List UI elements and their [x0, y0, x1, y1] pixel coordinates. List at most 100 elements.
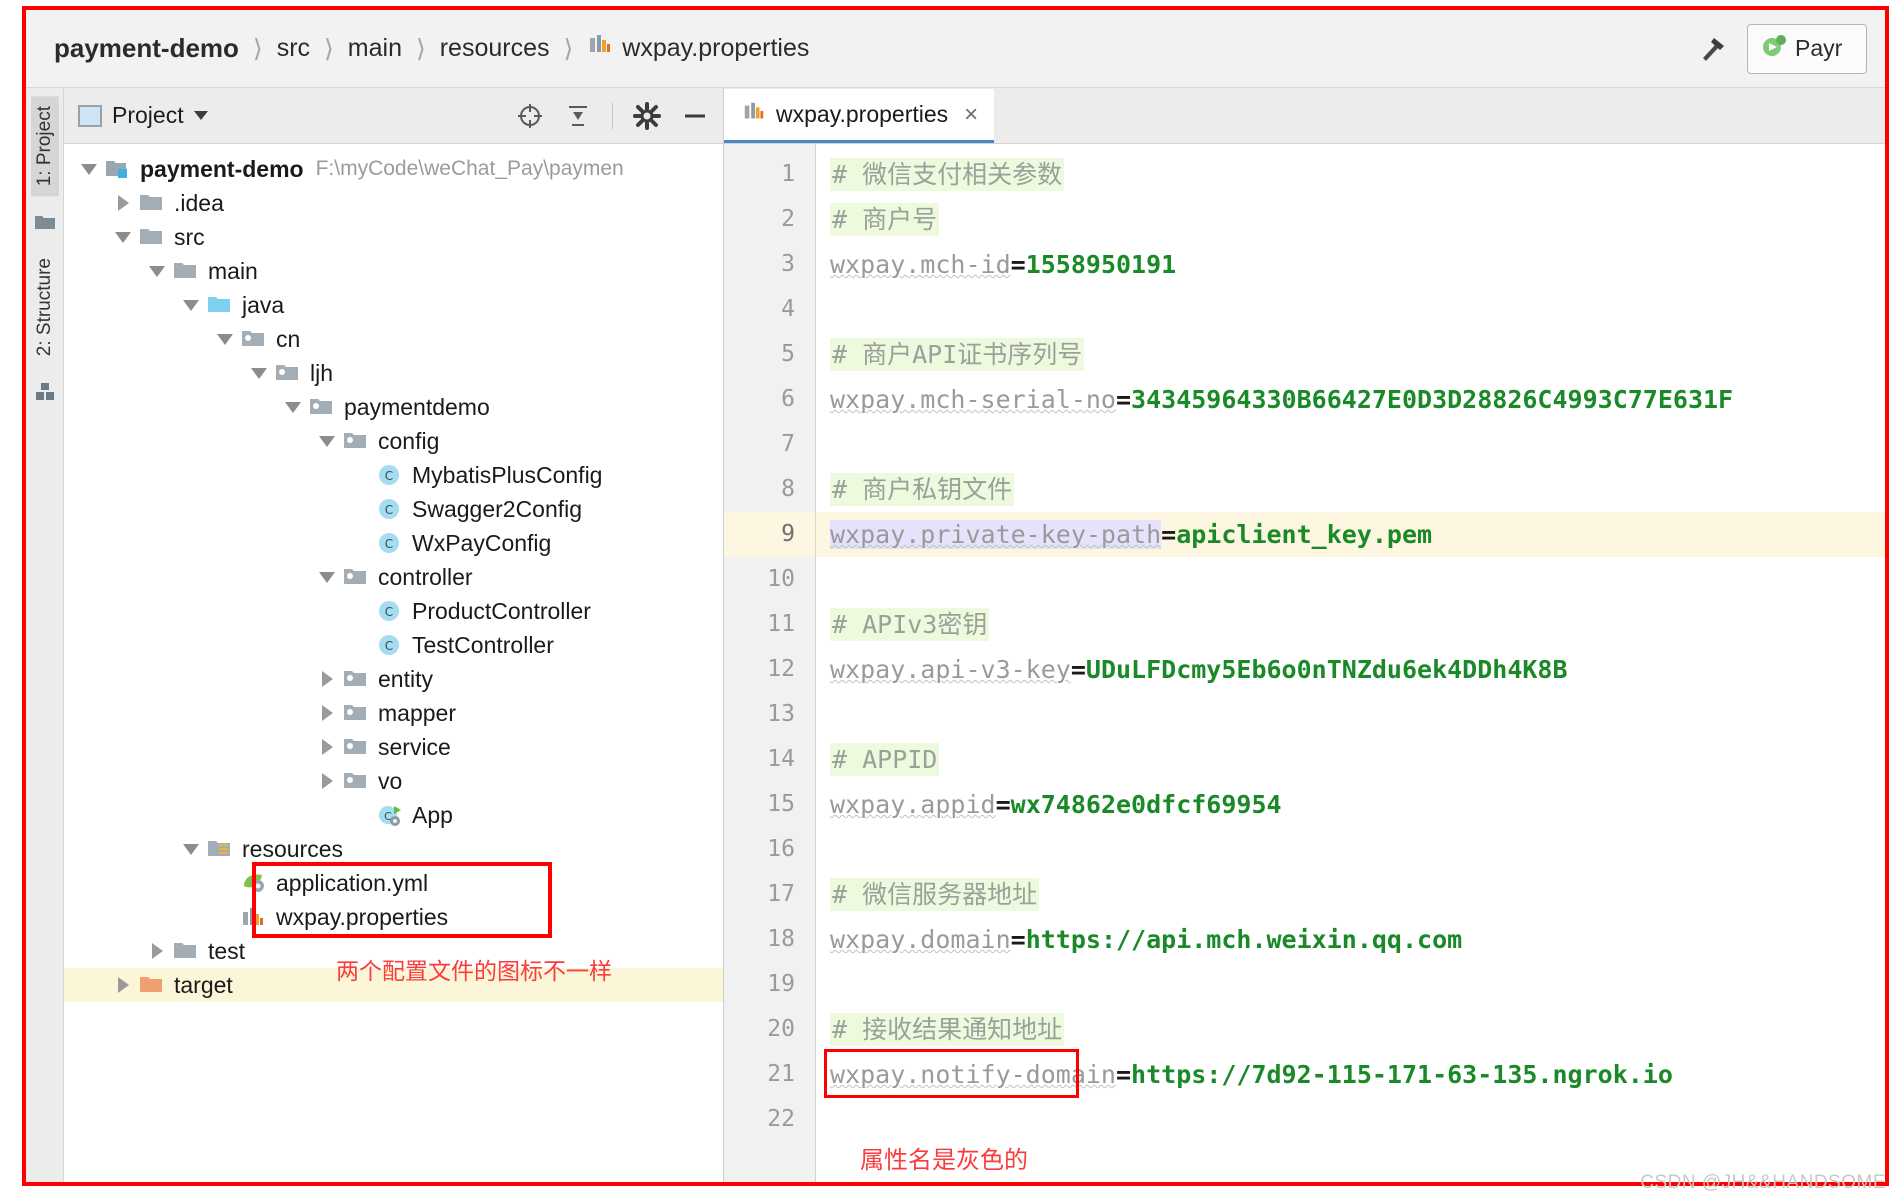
code-line[interactable]: wxpay.appid=wx74862e0dfcf69954	[816, 782, 1885, 827]
tree-node-swagger2config[interactable]: C Swagger2Config	[64, 492, 723, 526]
folder-icon[interactable]	[33, 210, 57, 234]
code-line[interactable]: # APIv3密钥	[816, 602, 1885, 647]
tree-node-controller[interactable]: controller	[64, 560, 723, 594]
tree-twisty-closed[interactable]	[112, 192, 134, 214]
code-line[interactable]: # 商户号	[816, 197, 1885, 242]
tree-node-entity[interactable]: entity	[64, 662, 723, 696]
tree-twisty-closed[interactable]	[316, 702, 338, 724]
chevron-down-icon[interactable]	[193, 111, 208, 120]
code-line[interactable]: wxpay.notify-domain=https://7d92-115-171…	[816, 1052, 1885, 1097]
code-line[interactable]: wxpay.mch-id=1558950191	[816, 242, 1885, 287]
code-line[interactable]: # 微信支付相关参数	[816, 152, 1885, 197]
tree-twisty-open[interactable]	[78, 158, 100, 180]
line-number: 1	[781, 161, 795, 187]
tree-twisty-closed[interactable]	[112, 974, 134, 996]
code-line[interactable]: wxpay.mch-serial-no=34345964330B66427E0D…	[816, 377, 1885, 422]
property-separator: =	[995, 790, 1011, 819]
code-editor[interactable]: 1 2 3 4 5 6 7 8 9 10 11 12 13 14 15 16 17 18 19 20 21 22 # 微信…	[724, 144, 1885, 1182]
tree-node-app[interactable]: C App	[64, 798, 723, 832]
tree-twisty-open[interactable]	[180, 838, 202, 860]
close-icon[interactable]: ×	[964, 101, 978, 129]
code-content[interactable]: # 微信支付相关参数 # 商户号 wxpay.mch-id=1558950191 #…	[816, 144, 1885, 1182]
tree-twisty-closed[interactable]	[146, 940, 168, 962]
tree-node-label: ProductController	[412, 597, 591, 624]
property-value: UDuLFDcmy5Eb6o0nTNZdu6ek4DDh4K8B	[1085, 655, 1568, 684]
tree-node-paymentdemo[interactable]: paymentdemo	[64, 390, 723, 424]
tree-node-resources[interactable]: resources	[64, 832, 723, 866]
code-line[interactable]	[816, 287, 1885, 332]
tree-twisty-open[interactable]	[282, 396, 304, 418]
tree-twisty-open[interactable]	[180, 294, 202, 316]
code-line[interactable]	[816, 962, 1885, 1007]
tree-node--idea[interactable]: .idea	[64, 186, 723, 220]
editor-tab-label: wxpay.properties	[776, 101, 949, 127]
tree-node-mybatisplusconfig[interactable]: C MybatisPlusConfig	[64, 458, 723, 492]
code-line[interactable]: # 商户API证书序列号	[816, 332, 1885, 377]
tree-twisty-open[interactable]	[214, 328, 236, 350]
tree-node-wxpay-properties[interactable]: wxpay.properties	[64, 900, 723, 934]
tree-node-vo[interactable]: vo	[64, 764, 723, 798]
code-line[interactable]	[816, 1097, 1885, 1142]
tree-twisty-closed[interactable]	[316, 668, 338, 690]
code-line[interactable]: # 微信服务器地址	[816, 872, 1885, 917]
package-icon	[342, 700, 370, 726]
code-line[interactable]	[816, 692, 1885, 737]
tree-node-cn[interactable]: cn	[64, 322, 723, 356]
tree-node-src[interactable]: src	[64, 220, 723, 254]
tree-node-application-yml[interactable]: application.yml	[64, 866, 723, 900]
package-icon	[342, 564, 370, 590]
editor-tab-wxpay-properties[interactable]: wxpay.properties ×	[724, 89, 995, 143]
package-icon	[342, 734, 370, 760]
tree-node-main[interactable]: main	[64, 254, 723, 288]
code-line[interactable]	[816, 557, 1885, 602]
code-line[interactable]: wxpay.api-v3-key=UDuLFDcmy5Eb6o0nTNZdu6e…	[816, 647, 1885, 692]
code-line[interactable]	[816, 422, 1885, 467]
tree-node-testcontroller[interactable]: C TestController	[64, 628, 723, 662]
tree-twisty-open[interactable]	[112, 226, 134, 248]
tree-twisty-open[interactable]	[316, 566, 338, 588]
tree-node-label: vo	[378, 767, 403, 794]
breadcrumb-item-project[interactable]: payment-demo	[48, 33, 245, 64]
tree-twisty-closed[interactable]	[316, 736, 338, 758]
code-comment: # 微信服务器地址	[830, 878, 1040, 911]
package-icon	[342, 666, 370, 692]
tree-node-mapper[interactable]: mapper	[64, 696, 723, 730]
tree-node-ljh[interactable]: ljh	[64, 356, 723, 390]
tree-node-productcontroller[interactable]: C ProductController	[64, 594, 723, 628]
tool-tab-project[interactable]: 1: Project	[30, 96, 59, 197]
code-line[interactable]: wxpay.private-key-path=apiclient_key.pem	[816, 512, 1885, 557]
tree-twisty-open[interactable]	[248, 362, 270, 384]
hide-icon[interactable]	[681, 102, 709, 130]
collapse-target-icon[interactable]	[516, 102, 544, 130]
tree-node-service[interactable]: service	[64, 730, 723, 764]
project-tree[interactable]: payment-demo F:\myCode\weChat_Pay\paymen.…	[64, 144, 723, 1182]
code-line[interactable]: # APPID	[816, 737, 1885, 782]
breadcrumb-item-src[interactable]: src	[271, 34, 316, 63]
breadcrumb-item-resources[interactable]: resources	[434, 34, 556, 63]
breadcrumb-item-main[interactable]: main	[342, 34, 408, 63]
tree-node-java[interactable]: java	[64, 288, 723, 322]
code-line[interactable]: wxpay.domain=https://api.mch.weixin.qq.c…	[816, 917, 1885, 962]
module-icon[interactable]	[33, 380, 57, 404]
annotation-text-property-name: 属性名是灰色的	[860, 1147, 1028, 1174]
settings-gear-icon[interactable]	[633, 101, 661, 130]
hammer-icon[interactable]	[1695, 32, 1729, 66]
code-line[interactable]: # 接收结果通知地址	[816, 1007, 1885, 1052]
code-comment: # APPID	[830, 743, 940, 776]
tree-twisty-open[interactable]	[146, 260, 168, 282]
collapse-all-icon[interactable]	[564, 102, 592, 130]
tree-twisty-open[interactable]	[316, 430, 338, 452]
run-configuration-selector[interactable]: Payr	[1747, 23, 1867, 74]
code-line[interactable]: # 商户私钥文件	[816, 467, 1885, 512]
tree-node-config[interactable]: config	[64, 424, 723, 458]
property-key: wxpay.appid	[830, 790, 996, 819]
tree-node-label: main	[208, 257, 258, 284]
tree-twisty-closed[interactable]	[316, 770, 338, 792]
breadcrumb-item-file[interactable]: wxpay.properties	[581, 32, 815, 65]
project-panel-actions	[516, 101, 709, 130]
tree-node-payment-demo[interactable]: payment-demo F:\myCode\weChat_Pay\paymen	[64, 152, 723, 186]
tool-tab-structure[interactable]: 2: Structure	[31, 248, 59, 366]
code-line[interactable]	[816, 827, 1885, 872]
tree-node-wxpayconfig[interactable]: C WxPayConfig	[64, 526, 723, 560]
